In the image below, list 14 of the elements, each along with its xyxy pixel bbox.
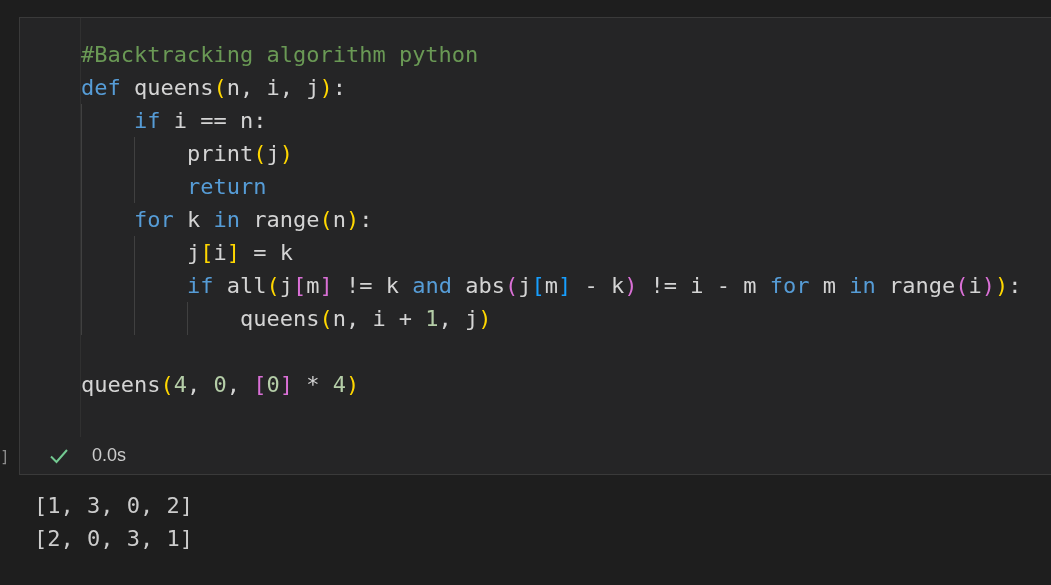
code-line: queens(n, i + 1, j) <box>239 305 492 333</box>
code-line: queens(4, 0, [0] * 4) <box>81 371 360 399</box>
code-line: print(j) <box>186 140 293 168</box>
code-line: if i == n: <box>133 107 267 135</box>
code-line: #Backtracking algorithm python <box>81 41 479 69</box>
code-line: if all(j[m] != k and abs(j[m] - k) != i - m for m in range(i)): <box>186 272 1022 300</box>
code-line: return <box>186 173 267 201</box>
code-line: for k in range(n): <box>133 206 373 234</box>
output-line: [2, 0, 3, 1] <box>34 525 193 553</box>
code-line: j[i] = k <box>186 239 293 267</box>
output-line: [1, 3, 0, 2] <box>34 492 193 520</box>
code-line: def queens(n, i, j): <box>81 74 346 102</box>
execution-count: ] <box>0 446 10 466</box>
execution-time: 0.0s <box>92 445 127 466</box>
